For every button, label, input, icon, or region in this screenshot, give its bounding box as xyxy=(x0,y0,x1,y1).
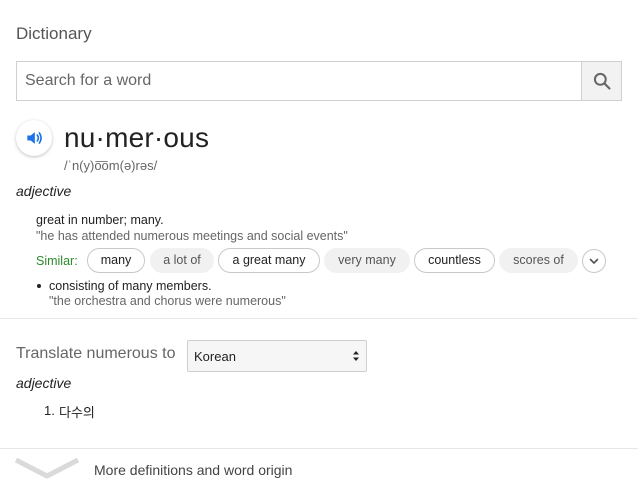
pronunciation-button[interactable] xyxy=(16,120,52,156)
phonetic-spelling: /ˈn(y)o͞om(ə)rəs/ xyxy=(64,158,158,173)
similar-label: Similar: xyxy=(36,254,78,268)
synonym-chip-countless[interactable]: countless xyxy=(414,248,495,273)
divider xyxy=(0,448,638,449)
definition-2: consisting of many members. xyxy=(49,279,212,293)
translation-part-of-speech: adjective xyxy=(16,375,72,391)
more-definitions-link[interactable]: More definitions and word origin xyxy=(94,462,292,478)
synonym-chip-many[interactable]: many xyxy=(87,248,145,273)
card-title: Dictionary xyxy=(16,24,92,43)
chevron-down-icon xyxy=(589,258,599,264)
example-1: "he has attended numerous meetings and s… xyxy=(36,229,348,243)
expand-synonyms-button[interactable] xyxy=(582,249,606,273)
search-input[interactable] xyxy=(17,62,582,100)
search-box xyxy=(16,61,622,101)
select-arrows-icon xyxy=(353,351,359,361)
headword: nu·mer·ous xyxy=(64,122,210,153)
dictionary-card: Dictionary nu·mer·ous /ˈn(y)o͞om(ə)rəs/ … xyxy=(0,0,638,489)
part-of-speech: adjective xyxy=(16,183,72,199)
definition-1: great in number; many. xyxy=(36,213,164,227)
synonym-chip-scores-of[interactable]: scores of xyxy=(499,248,578,273)
synonym-chip-a-lot-of[interactable]: a lot of xyxy=(150,248,214,273)
translate-label: Translate numerous to xyxy=(16,345,176,362)
divider xyxy=(0,318,638,319)
search-button[interactable] xyxy=(581,62,621,100)
chevron-down-icon[interactable] xyxy=(14,456,80,482)
example-2: "the orchestra and chorus were numerous" xyxy=(49,294,286,308)
language-select-value: Korean xyxy=(194,349,236,364)
synonym-chip-a-great-many[interactable]: a great many xyxy=(218,248,320,273)
synonym-chip-very-many[interactable]: very many xyxy=(324,248,410,273)
translation-word: 다수의 xyxy=(59,406,95,421)
bullet-dot xyxy=(37,284,41,288)
search-icon xyxy=(593,72,611,90)
speaker-icon xyxy=(27,132,42,144)
language-select[interactable]: Korean xyxy=(187,340,367,372)
translation-number: 1. xyxy=(44,403,55,418)
